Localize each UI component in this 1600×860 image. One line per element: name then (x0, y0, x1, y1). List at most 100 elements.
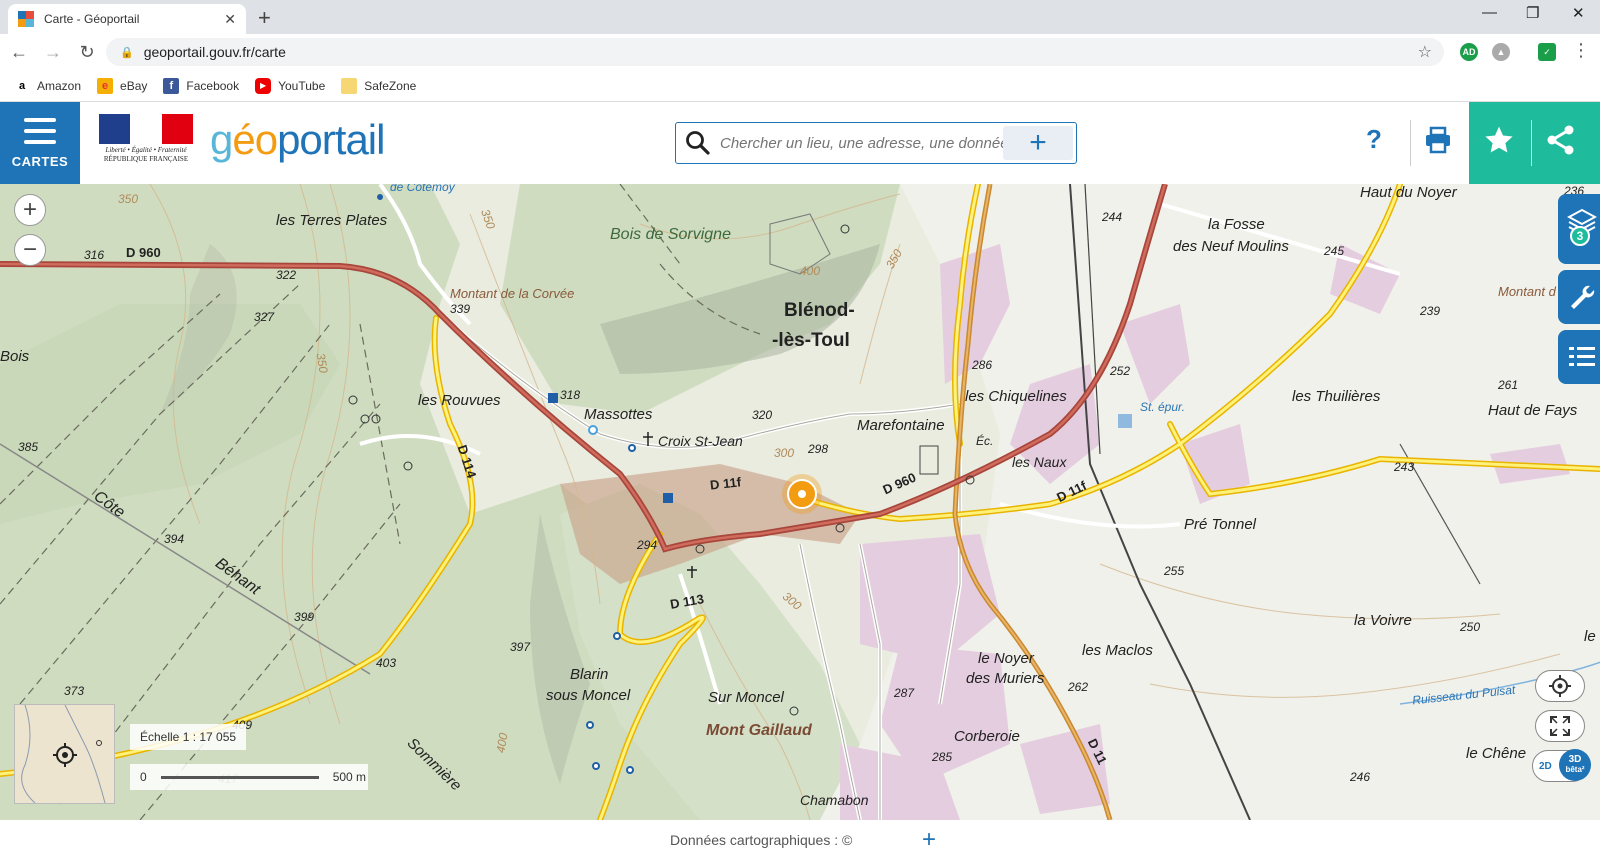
zoom-out-button[interactable]: − (14, 234, 46, 266)
contour-label: 350 (118, 192, 139, 206)
bookmark-amazon[interactable]: a Amazon (14, 78, 81, 94)
altitude-label: 250 (1460, 620, 1481, 634)
map-label: Montant de la Corvée (450, 286, 575, 301)
altitude-label: 244 (1102, 210, 1123, 224)
bookmark-star-icon[interactable]: ☆ (1418, 42, 1432, 62)
extension-drive-icon[interactable]: ▲ (1492, 43, 1510, 61)
map-label: la Voivre (1354, 612, 1412, 629)
bookmark-facebook[interactable]: f Facebook (163, 77, 239, 94)
altitude-label: 403 (376, 656, 397, 670)
map-label: des Neuf Moulins (1173, 238, 1289, 255)
geolocate-button[interactable] (1535, 670, 1585, 702)
map-label: le Chêne (1466, 745, 1527, 762)
map-label: les Thuilières (1292, 388, 1381, 405)
altitude-label: 294 (637, 538, 658, 552)
lock-icon: 🔒 (120, 46, 134, 59)
amazon-icon: a (18, 79, 26, 92)
header-actions (1469, 102, 1600, 184)
map-label: Marefontaine (857, 417, 945, 434)
extension-ad-icon[interactable]: AD (1460, 43, 1478, 61)
browser-tab[interactable]: Carte - Géoportail ✕ (8, 4, 246, 34)
mode-2d-label[interactable]: 2D (1539, 761, 1552, 772)
altitude-label: 322 (276, 268, 297, 282)
bookmarks-bar: a Amazon e eBay f Facebook ▶ YouTube Saf… (0, 70, 1600, 102)
map-scale-bar: 0 500 m (130, 764, 368, 790)
altitude-label: 286 (972, 358, 993, 372)
overview-minimap[interactable] (14, 704, 115, 804)
map-label: les Maclos (1082, 642, 1153, 659)
map-label: Montant d (1498, 284, 1556, 299)
contour-label: 400 (800, 264, 821, 278)
geoportail-logo[interactable]: géoportail (210, 116, 385, 164)
geoportail-favicon-icon (18, 11, 34, 27)
road-label: D 11f (709, 474, 742, 493)
favorites-star-icon[interactable] (1483, 124, 1515, 161)
map-canvas[interactable]: de Cotémoy les Terres Plates Bois de Sor… (0, 184, 1600, 820)
close-window-icon[interactable]: ✕ (1572, 4, 1585, 22)
altitude-label: 373 (64, 684, 85, 698)
browser-toolbar: ← → ↻ 🔒 geoportail.gouv.fr/carte ☆ (0, 34, 1600, 70)
reload-icon[interactable]: ↻ (72, 42, 102, 63)
map-label: les Chiquelines (965, 388, 1067, 405)
layer-count-badge: 3 (1570, 226, 1590, 246)
altitude-label: 327 (254, 310, 275, 324)
layers-button[interactable]: 3 (1558, 194, 1600, 264)
altitude-label: 262 (1068, 680, 1089, 694)
map-footer: Données cartographiques : © + (0, 820, 1600, 860)
map-label: Bois de Sorvigne (610, 226, 731, 243)
tab-close-icon[interactable]: ✕ (224, 11, 236, 28)
map-label: Mont Gaillaud (706, 722, 812, 739)
republique-francaise-logo: Liberté • Égalité • Fraternité RÉPUBLIQU… (99, 114, 193, 172)
map-label: sous Moncel (546, 687, 631, 704)
help-button[interactable]: ? (1366, 124, 1382, 155)
minimize-icon[interactable]: — (1482, 4, 1497, 21)
forward-arrow-icon[interactable]: → (38, 42, 68, 63)
cartes-menu-button[interactable]: CARTES (0, 102, 80, 184)
location-marker-icon[interactable] (780, 472, 824, 516)
restore-icon[interactable]: ❐ (1526, 4, 1539, 22)
map-label: Pré Tonnel (1184, 516, 1256, 533)
map-label: de Cotémoy (390, 184, 455, 194)
bookmark-ebay[interactable]: e eBay (97, 77, 147, 94)
altitude-label: 255 (1164, 564, 1185, 578)
credits-expand-button[interactable]: + (922, 826, 936, 854)
header-divider (1410, 120, 1411, 166)
mode-3d-button[interactable]: 3D bêta² (1559, 749, 1591, 781)
zoom-in-button[interactable]: + (14, 194, 46, 226)
new-tab-button[interactable]: + (258, 5, 271, 31)
tools-button[interactable] (1558, 270, 1600, 324)
altitude-label: 285 (932, 750, 953, 764)
map-label: le Noyer (978, 650, 1034, 667)
browser-menu-icon[interactable]: ⋮ (1572, 40, 1590, 61)
fullscreen-button[interactable] (1535, 710, 1585, 742)
bookmark-safezone[interactable]: SafeZone (341, 77, 416, 94)
wrench-icon (1571, 285, 1595, 309)
altitude-label: 339 (450, 302, 471, 316)
address-bar[interactable]: 🔒 geoportail.gouv.fr/carte ☆ (106, 38, 1444, 66)
map-label: Massottes (584, 406, 653, 423)
legend-button[interactable] (1558, 330, 1600, 384)
back-arrow-icon[interactable]: ← (4, 42, 34, 63)
altitude-label: 298 (808, 442, 829, 456)
map-label: Sur Moncel (708, 689, 784, 706)
print-icon[interactable] (1424, 126, 1452, 159)
altitude-label: 246 (1350, 770, 1371, 784)
search-icon[interactable] (676, 130, 720, 156)
map-label-town: Blénod- (784, 300, 855, 321)
share-icon[interactable] (1545, 124, 1577, 161)
advanced-search-button[interactable]: + (1003, 126, 1073, 160)
contour-label: 300 (774, 446, 795, 460)
altitude-label: 394 (164, 532, 185, 546)
browser-tab-bar: Carte - Géoportail ✕ + — ❐ ✕ (0, 0, 1600, 34)
map-label: la Fosse (1208, 216, 1265, 233)
altitude-label: 320 (752, 408, 773, 422)
geoportail-header: CARTES Liberté • Égalité • Fraternité RÉ… (0, 102, 1600, 184)
youtube-icon: ▶ (255, 77, 272, 94)
search-input[interactable] (720, 134, 1003, 152)
extension-shield-icon[interactable]: ✓ (1538, 43, 1556, 61)
ebay-icon: e (97, 77, 114, 94)
map-label: Éc. (976, 434, 994, 448)
view-2d-3d-toggle[interactable]: 2D 3D bêta² (1532, 749, 1591, 782)
bookmark-youtube[interactable]: ▶ YouTube (255, 77, 325, 94)
list-icon (1569, 347, 1595, 366)
